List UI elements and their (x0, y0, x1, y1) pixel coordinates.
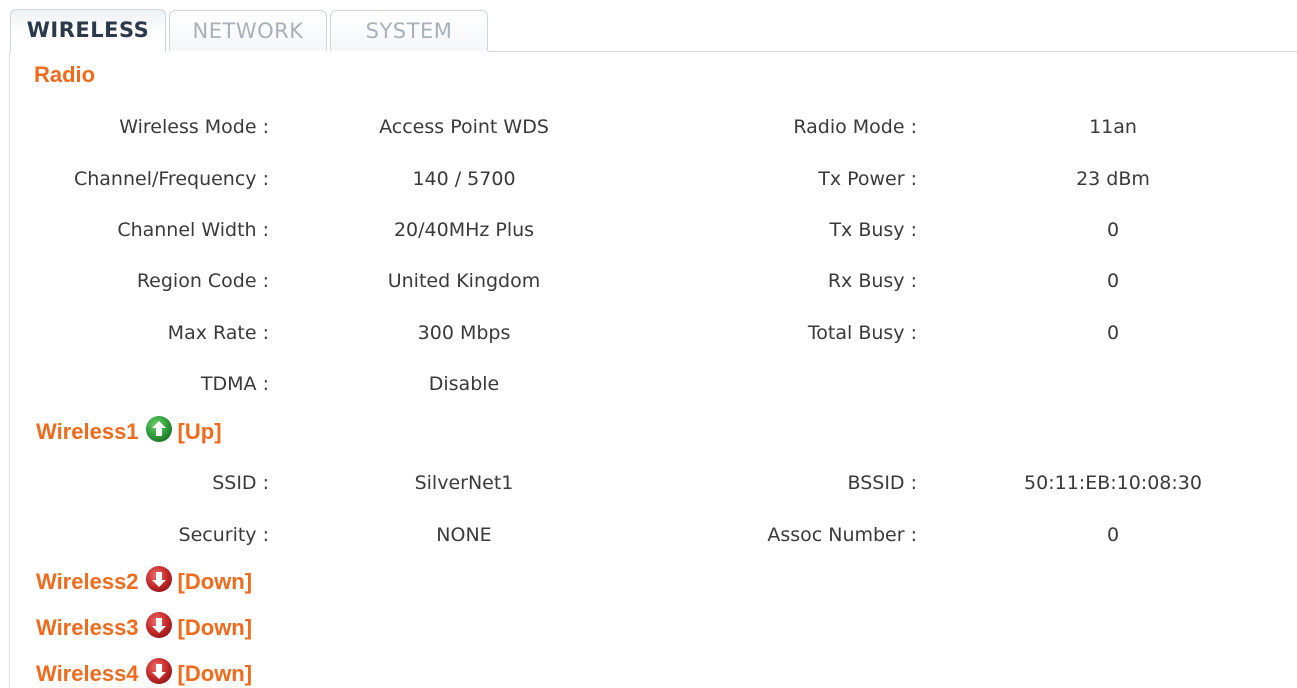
arrow-down-circle-icon (145, 611, 173, 639)
field-value: 0 (1106, 322, 1120, 344)
field-label: Radio Mode : (793, 116, 917, 138)
wireless1-state: [Up] (177, 419, 222, 444)
status-page: WIRELESS NETWORK SYSTEM Radio Wireless M… (0, 0, 1297, 688)
arrow-down-circle-icon (145, 565, 173, 593)
wireless2-section-title: Wireless2 [Down] (36, 565, 253, 597)
field-label: Assoc Number : (767, 524, 917, 546)
field-value: Disable (428, 373, 500, 395)
field-value: 20/40MHz Plus (393, 219, 535, 241)
tab-network[interactable]: NETWORK (169, 10, 327, 51)
wireless3-state: [Down] (177, 615, 253, 640)
field-label: TDMA : (200, 373, 269, 395)
field-label: Channel Width : (117, 219, 269, 241)
radio-row-wireless-mode: Wireless Mode : Access Point WDS Radio M… (0, 112, 1297, 142)
tab-system[interactable]: SYSTEM (330, 10, 488, 51)
wireless2-name: Wireless2 (36, 569, 139, 594)
field-value: United Kingdom (387, 270, 541, 292)
field-label: Tx Busy : (829, 219, 917, 241)
wireless1-row-security: Security : NONE Assoc Number : 0 (0, 520, 1297, 550)
field-label: Channel/Frequency : (73, 168, 269, 190)
wireless3-section-title: Wireless3 [Down] (36, 611, 253, 643)
arrow-up-circle-icon (145, 415, 173, 443)
field-value: 0 (1106, 219, 1120, 241)
field-label: Region Code : (136, 270, 269, 292)
wireless1-row-ssid: SSID : SilverNet1 BSSID : 50:11:EB:10:08… (0, 468, 1297, 498)
radio-row-channel-width: Channel Width : 20/40MHz Plus Tx Busy : … (0, 215, 1297, 245)
tab-bar: WIRELESS NETWORK SYSTEM (0, 0, 1297, 52)
field-value: 11an (1089, 116, 1137, 138)
field-label: Rx Busy : (827, 270, 917, 292)
radio-row-channel-frequency: Channel/Frequency : 140 / 5700 Tx Power … (0, 164, 1297, 194)
field-value: NONE (436, 524, 492, 546)
field-label: Tx Power : (818, 168, 917, 190)
wireless3-name: Wireless3 (36, 615, 139, 640)
field-label: BSSID : (847, 472, 918, 494)
field-label: Wireless Mode : (119, 116, 269, 138)
field-value: SilverNet1 (414, 472, 514, 494)
field-value: 50:11:EB:10:08:30 (1024, 472, 1202, 494)
radio-row-max-rate: Max Rate : 300 Mbps Total Busy : 0 (0, 318, 1297, 348)
wireless1-section-title: Wireless1 [Up] (36, 415, 222, 447)
wireless1-name: Wireless1 (36, 419, 139, 444)
radio-row-tdma: TDMA : Disable (0, 369, 1297, 399)
field-value: 140 / 5700 (412, 168, 516, 190)
tab-wireless[interactable]: WIRELESS (10, 9, 166, 52)
radio-row-region-code: Region Code : United Kingdom Rx Busy : 0 (0, 266, 1297, 296)
field-label: SSID : (212, 472, 269, 494)
field-label: Total Busy : (807, 322, 917, 344)
field-value: 23 dBm (1076, 168, 1150, 190)
field-label: Security : (178, 524, 269, 546)
wireless4-name: Wireless4 (36, 661, 139, 686)
radio-section-title: Radio (34, 62, 96, 87)
field-value: 0 (1106, 524, 1120, 546)
wireless4-state: [Down] (177, 661, 253, 686)
field-value: Access Point WDS (379, 116, 549, 138)
field-label: Max Rate : (167, 322, 269, 344)
field-value: 0 (1106, 270, 1120, 292)
wireless2-state: [Down] (177, 569, 253, 594)
field-value: 300 Mbps (417, 322, 511, 344)
wireless4-section-title: Wireless4 [Down] (36, 657, 253, 688)
arrow-down-circle-icon (145, 657, 173, 685)
